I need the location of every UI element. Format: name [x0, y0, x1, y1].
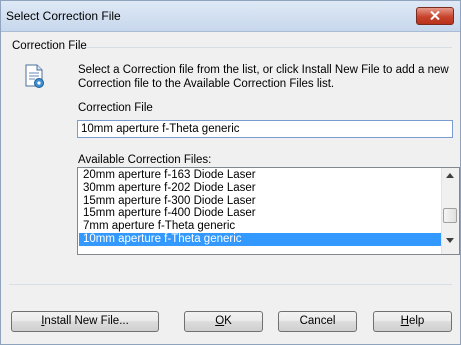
help-button[interactable]: Help	[373, 311, 452, 332]
list-item[interactable]: 7mm aperture f-Theta generic	[79, 220, 441, 233]
dialog-window: Select Correction File Correction File S…	[0, 0, 461, 345]
list-item[interactable]: 20mm aperture f-163 Diode Laser	[79, 169, 441, 182]
list-items-container: 20mm aperture f-163 Diode Laser 30mm aper…	[79, 169, 441, 246]
correction-file-field[interactable]: 10mm aperture f-Theta generic	[77, 120, 453, 138]
cancel-button[interactable]: Cancel	[278, 311, 357, 332]
scroll-thumb[interactable]	[443, 208, 457, 223]
instruction-text: Select a Correction file from the list, …	[78, 64, 449, 90]
close-icon	[430, 11, 440, 20]
group-divider	[75, 47, 452, 48]
list-item[interactable]: 15mm aperture f-400 Diode Laser	[79, 207, 441, 220]
list-item[interactable]: 10mm aperture f-Theta generic	[79, 232, 441, 246]
dialog-client: Correction File Select a Correction file…	[1, 32, 460, 344]
install-button-label: nstall New File...	[44, 315, 129, 327]
list-item[interactable]: 15mm aperture f-300 Diode Laser	[79, 195, 441, 208]
ok-button[interactable]: OK	[184, 311, 263, 332]
ok-button-accelerator: O	[215, 315, 225, 327]
window-title: Select Correction File	[6, 9, 121, 23]
cancel-button-label: Cancel	[299, 315, 336, 327]
close-button[interactable]	[416, 7, 454, 25]
list-scrollbar[interactable]	[441, 168, 459, 254]
correction-file-label: Correction File	[78, 102, 153, 114]
group-label: Correction File	[12, 40, 87, 52]
available-files-list[interactable]: 20mm aperture f-163 Diode Laser 30mm aper…	[77, 167, 460, 255]
help-button-accelerator: H	[400, 315, 409, 327]
list-item[interactable]: 30mm aperture f-202 Diode Laser	[79, 182, 441, 195]
available-files-label: Available Correction Files:	[78, 154, 212, 166]
title-bar[interactable]: Select Correction File	[1, 1, 460, 32]
scroll-up-arrow-icon[interactable]	[446, 173, 454, 178]
ok-button-label: K	[224, 315, 232, 327]
document-settings-icon	[25, 64, 44, 88]
help-button-label: elp	[408, 315, 425, 327]
install-new-file-button[interactable]: Install New File...	[11, 311, 159, 332]
scroll-down-arrow-icon[interactable]	[446, 238, 454, 243]
button-separator	[9, 284, 452, 285]
